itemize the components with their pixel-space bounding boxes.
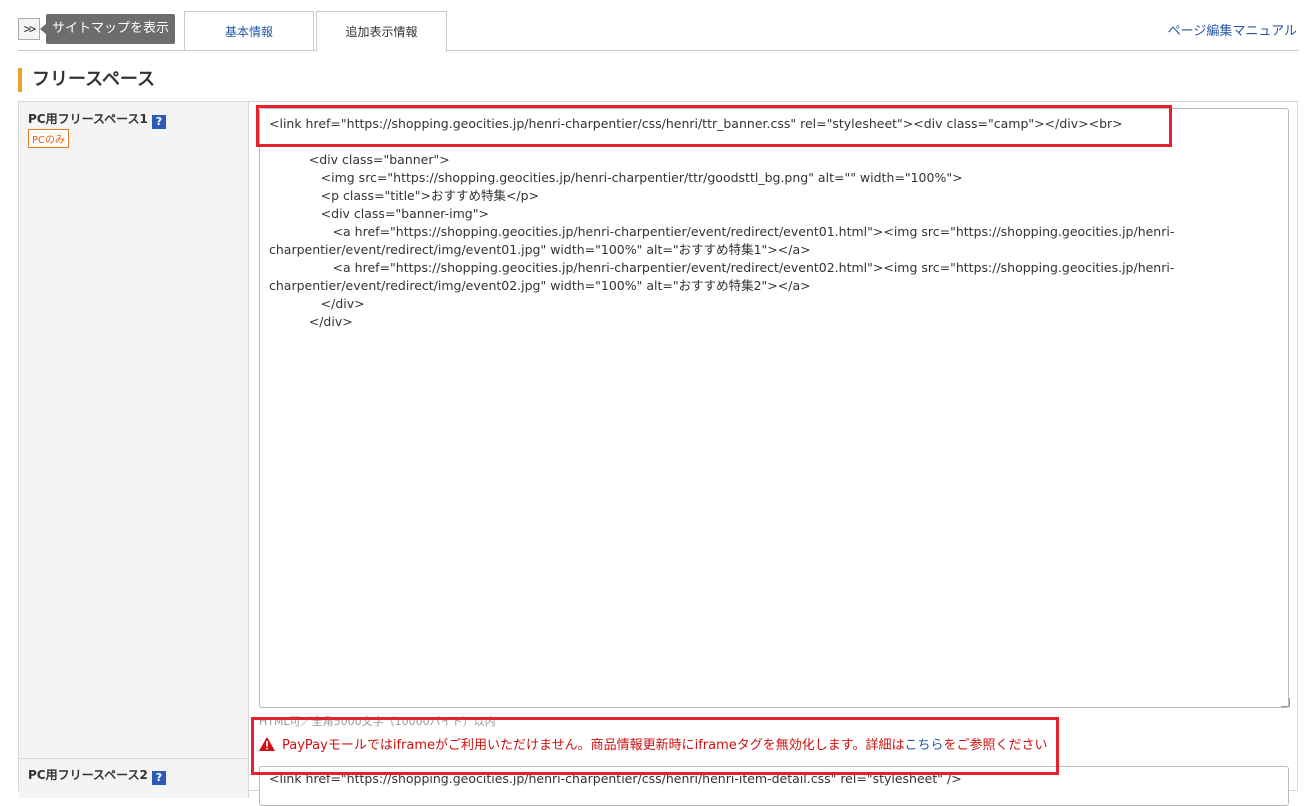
field-label-cell: PC用フリースペース1? PCのみ [19, 102, 249, 758]
highlight-box-warning [251, 717, 1059, 775]
sitemap-tooltip: サイトマップを表示 [39, 14, 176, 44]
help-icon[interactable]: ? [151, 115, 166, 129]
field-label-text: PC用フリースペース1 [28, 112, 148, 126]
tab-additional-info[interactable]: 追加表示情報 [316, 11, 447, 52]
pc-only-badge: PCのみ [28, 129, 70, 148]
highlight-box-link-line [256, 105, 1172, 147]
resize-handle[interactable] [1281, 698, 1290, 707]
page-edit-manual-link[interactable]: ページ編集マニュアル [1168, 20, 1297, 39]
tab-basic-info[interactable]: 基本情報 [184, 11, 314, 51]
free-space-form: PC用フリースペース1? PCのみ <link href="https://sh… [18, 101, 1298, 806]
section-title: フリースペース [18, 68, 155, 92]
free-space-1-textarea[interactable]: <link href="https://shopping.geocities.j… [259, 108, 1289, 708]
field-label-pc2: PC用フリースペース2? [28, 766, 166, 785]
sitemap-toggle-button[interactable]: >> [18, 18, 40, 40]
field-label-cell-2: PC用フリースペース2? [19, 758, 249, 798]
field-label-pc1: PC用フリースペース1? [28, 110, 166, 129]
field-label-text: PC用フリースペース2 [28, 768, 148, 782]
